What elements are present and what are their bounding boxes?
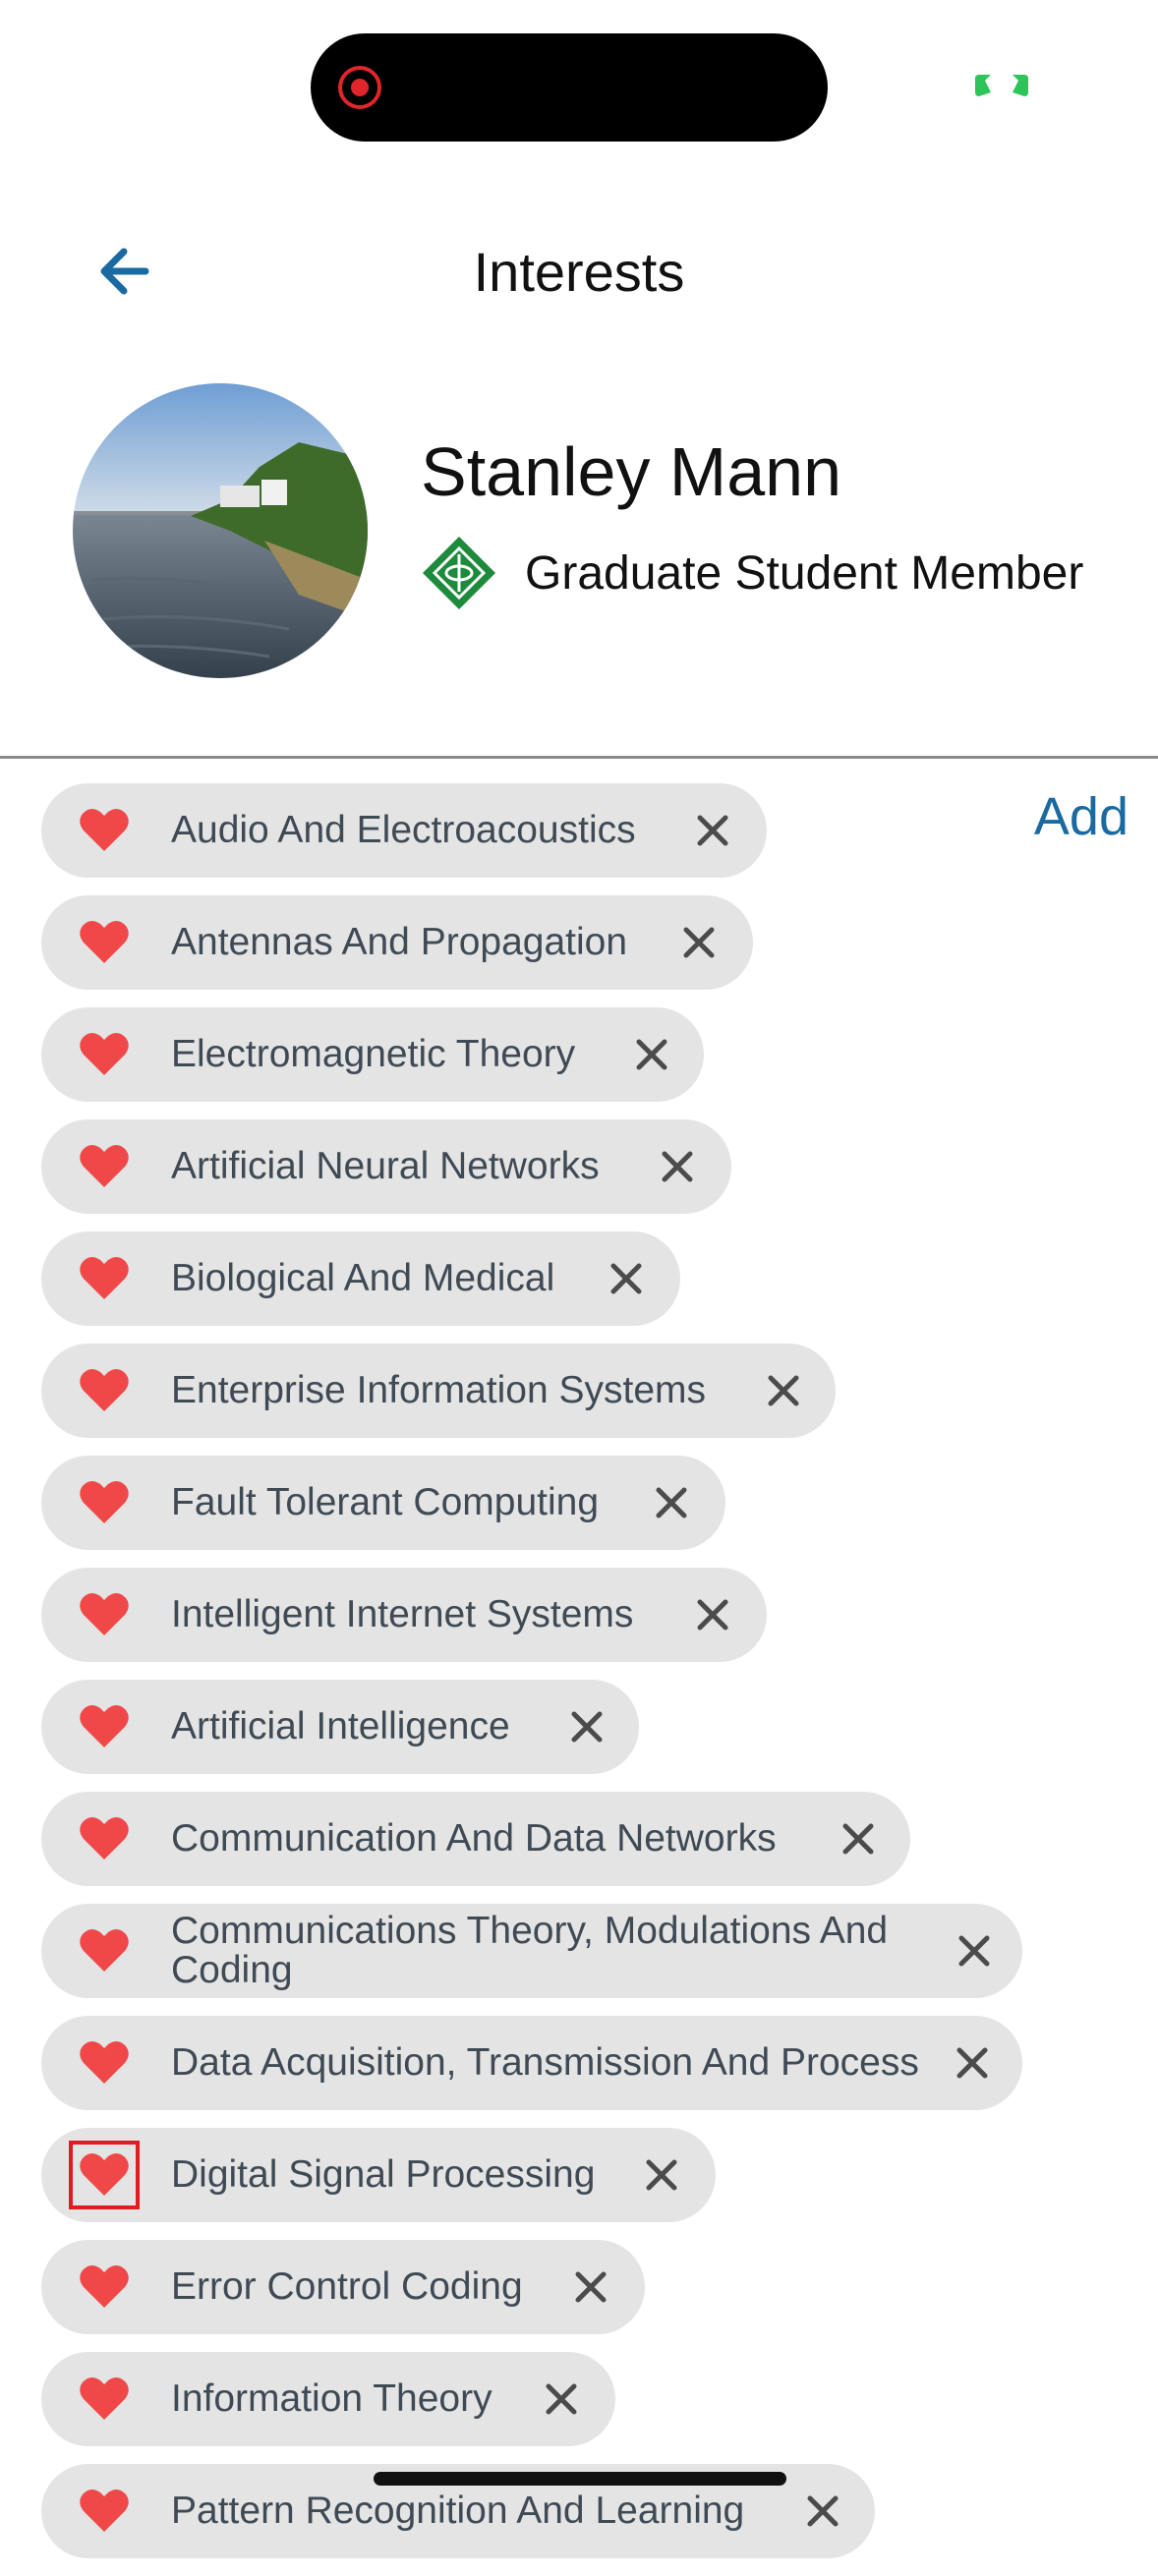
recording-indicator-icon — [338, 66, 381, 109]
heart-icon[interactable] — [79, 1254, 130, 1303]
interest-label: Pattern Recognition And Learning — [171, 2490, 745, 2532]
heart-icon[interactable] — [79, 1702, 130, 1751]
heart-icon[interactable] — [79, 1814, 130, 1863]
interest-label: Artificial Intelligence — [171, 1705, 510, 1747]
interest-label: Information Theory — [171, 2377, 492, 2420]
interest-label: Fault Tolerant Computing — [171, 1481, 600, 1523]
interest-label: Artificial Neural Networks — [171, 1145, 600, 1187]
interest-chip[interactable]: Fault Tolerant Computing — [41, 1456, 725, 1550]
heart-icon[interactable] — [79, 2487, 130, 2536]
heart-icon[interactable] — [79, 1142, 130, 1191]
remove-icon[interactable] — [609, 1262, 643, 1295]
remove-icon[interactable] — [635, 1038, 668, 1071]
dynamic-island — [311, 33, 828, 142]
heart-icon[interactable] — [79, 2375, 130, 2424]
remove-icon[interactable] — [655, 1486, 688, 1519]
heart-icon[interactable] — [69, 2141, 140, 2209]
heart-icon[interactable] — [79, 1590, 130, 1639]
interest-chip[interactable]: Error Control Coding — [41, 2240, 645, 2334]
remove-icon[interactable] — [574, 2270, 608, 2304]
heart-icon[interactable] — [79, 1366, 130, 1415]
remove-icon[interactable] — [955, 2046, 989, 2080]
remove-icon[interactable] — [767, 1374, 800, 1407]
interest-chip[interactable]: Intelligent Internet Systems — [41, 1568, 767, 1662]
interest-label: Biological And Medical — [171, 1257, 555, 1299]
heart-icon[interactable] — [79, 1926, 130, 1975]
heart-icon[interactable] — [79, 1478, 130, 1527]
interest-label: Electromagnetic Theory — [171, 1033, 576, 1075]
interest-chip[interactable]: Communication And Data Networks — [41, 1792, 910, 1886]
interest-chip[interactable]: Artificial Intelligence — [41, 1680, 639, 1774]
profile-section: Stanley Mann Graduate Student Member — [0, 378, 1158, 683]
interest-chip[interactable]: Data Acquisition, Transmission And Proce… — [41, 2016, 1022, 2110]
remove-icon[interactable] — [661, 1150, 694, 1183]
interest-chip[interactable]: Antennas And Propagation — [41, 895, 753, 990]
interests-list: Audio And Electroacoustics Antennas And … — [41, 783, 1123, 2576]
interest-label: Antennas And Propagation — [171, 921, 628, 963]
interest-chip[interactable]: Audio And Electroacoustics — [41, 783, 767, 878]
interest-label: Communication And Data Networks — [171, 1817, 777, 1860]
remove-icon[interactable] — [696, 814, 729, 847]
remove-icon[interactable] — [957, 1934, 991, 1968]
interest-chip[interactable]: Enterprise Information Systems — [41, 1344, 836, 1438]
interest-chip[interactable]: Artificial Neural Networks — [41, 1119, 731, 1214]
remove-icon[interactable] — [841, 1822, 875, 1856]
heart-icon[interactable] — [79, 2038, 130, 2088]
remove-icon[interactable] — [545, 2382, 578, 2416]
page-title: Interests — [473, 241, 685, 303]
interest-label: Audio And Electroacoustics — [171, 809, 636, 851]
remove-icon[interactable] — [570, 1710, 604, 1744]
heart-icon[interactable] — [79, 918, 130, 967]
interest-chip[interactable]: Communications Theory, Modulations And C… — [41, 1904, 1022, 1998]
interest-label: Digital Signal Processing — [171, 2153, 596, 2196]
profile-name: Stanley Mann — [421, 433, 842, 510]
remove-icon[interactable] — [696, 1598, 729, 1631]
heart-icon[interactable] — [79, 1030, 130, 1079]
avatar[interactable] — [73, 383, 368, 678]
section-divider — [0, 756, 1158, 759]
interest-chip[interactable]: Digital Signal Processing — [41, 2128, 716, 2222]
remove-icon[interactable] — [806, 2494, 840, 2528]
screen-share-icon — [975, 75, 1028, 96]
interest-chip[interactable]: Biological And Medical — [41, 1231, 680, 1326]
membership-grade-icon — [423, 537, 495, 609]
nav-header: Interests — [0, 216, 1158, 324]
interest-label: Communications Theory, Modulations And C… — [171, 1910, 889, 1991]
interest-label: Enterprise Information Systems — [171, 1369, 707, 1411]
interest-chip[interactable]: Information Theory — [41, 2352, 615, 2446]
interest-label: Error Control Coding — [171, 2265, 523, 2308]
remove-icon[interactable] — [645, 2158, 678, 2192]
interest-label: Data Acquisition, Transmission And Proce… — [171, 2041, 919, 2084]
heart-icon[interactable] — [79, 806, 130, 855]
home-indicator[interactable] — [374, 2472, 786, 2486]
membership-row: Graduate Student Member — [421, 534, 1083, 612]
remove-icon[interactable] — [682, 926, 716, 959]
interest-chip[interactable]: Electromagnetic Theory — [41, 1007, 704, 1102]
membership-label: Graduate Student Member — [525, 546, 1084, 600]
heart-icon[interactable] — [79, 2262, 130, 2312]
interest-label: Intelligent Internet Systems — [171, 1593, 634, 1635]
